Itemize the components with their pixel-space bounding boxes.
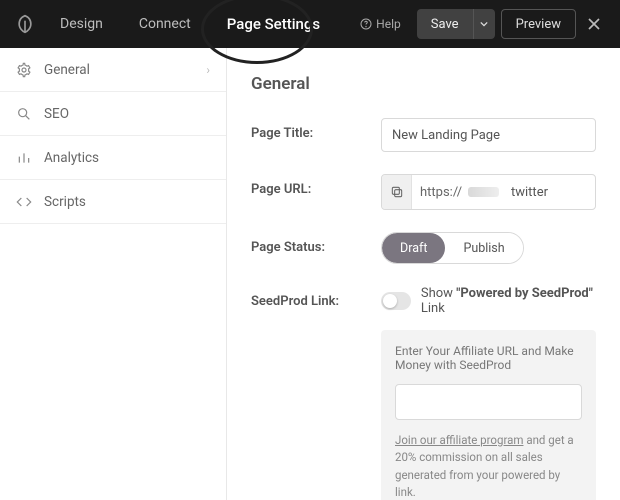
seedprod-link-label: SeedProd Link: xyxy=(251,286,381,309)
save-button[interactable]: Save xyxy=(417,9,473,39)
status-draft-button[interactable]: Draft xyxy=(382,233,445,263)
top-bar: Design Connect Page Settings Help Save P… xyxy=(0,0,620,48)
search-icon xyxy=(16,106,32,122)
sidebar-item-label: Analytics xyxy=(44,150,210,166)
seedprod-toggle-text: Show "Powered by SeedProd" Link xyxy=(421,286,596,316)
sidebar-item-label: SEO xyxy=(44,106,210,122)
affiliate-url-input[interactable] xyxy=(395,384,582,420)
affiliate-program-link[interactable]: Join our affiliate program xyxy=(395,433,523,447)
brand-logo xyxy=(8,0,42,48)
nav-design[interactable]: Design xyxy=(42,0,121,48)
url-slug-input[interactable] xyxy=(505,185,595,200)
nav-page-settings[interactable]: Page Settings xyxy=(209,0,338,48)
page-status-label: Page Status: xyxy=(251,232,381,255)
url-protocol: https:// xyxy=(412,185,468,200)
help-icon xyxy=(360,18,372,30)
copy-url-button[interactable] xyxy=(382,174,412,210)
main-panel: General Page Title: Page URL: https:// xyxy=(227,48,620,500)
seedprod-toggle[interactable] xyxy=(381,292,411,310)
preview-button[interactable]: Preview xyxy=(501,9,576,39)
sidebar-item-label: General xyxy=(44,62,194,78)
sidebar-item-label: Scripts xyxy=(44,194,210,210)
page-url-label: Page URL: xyxy=(251,174,381,197)
page-title-input[interactable] xyxy=(381,118,596,152)
gear-icon xyxy=(16,62,32,78)
status-publish-button[interactable]: Publish xyxy=(445,233,522,263)
status-segmented: Draft Publish xyxy=(381,232,524,264)
page-title-label: Page Title: xyxy=(251,118,381,141)
analytics-icon xyxy=(16,150,32,166)
save-dropdown[interactable] xyxy=(473,9,495,39)
chevron-down-icon xyxy=(480,20,488,28)
close-button[interactable] xyxy=(576,0,612,48)
page-url-field: https:// xyxy=(381,174,596,210)
sidebar-item-general[interactable]: General › xyxy=(0,48,226,92)
affiliate-footer: Join our affiliate program and get a 20%… xyxy=(395,432,582,500)
sidebar-item-scripts[interactable]: Scripts xyxy=(0,180,226,224)
affiliate-box: Enter Your Affiliate URL and Make Money … xyxy=(381,330,596,500)
help-label: Help xyxy=(376,17,401,31)
help-link[interactable]: Help xyxy=(350,17,411,31)
section-heading: General xyxy=(251,74,596,94)
url-domain-blurred xyxy=(468,187,499,197)
nav-connect[interactable]: Connect xyxy=(121,0,209,48)
save-button-group: Save xyxy=(417,9,495,39)
close-icon xyxy=(587,17,601,31)
affiliate-intro: Enter Your Affiliate URL and Make Money … xyxy=(395,344,582,372)
chevron-right-icon: › xyxy=(206,63,210,77)
sidebar: General › SEO Analytics Scripts xyxy=(0,48,227,500)
sidebar-item-seo[interactable]: SEO xyxy=(0,92,226,136)
copy-icon xyxy=(390,185,404,199)
code-icon xyxy=(16,194,32,210)
sidebar-item-analytics[interactable]: Analytics xyxy=(0,136,226,180)
